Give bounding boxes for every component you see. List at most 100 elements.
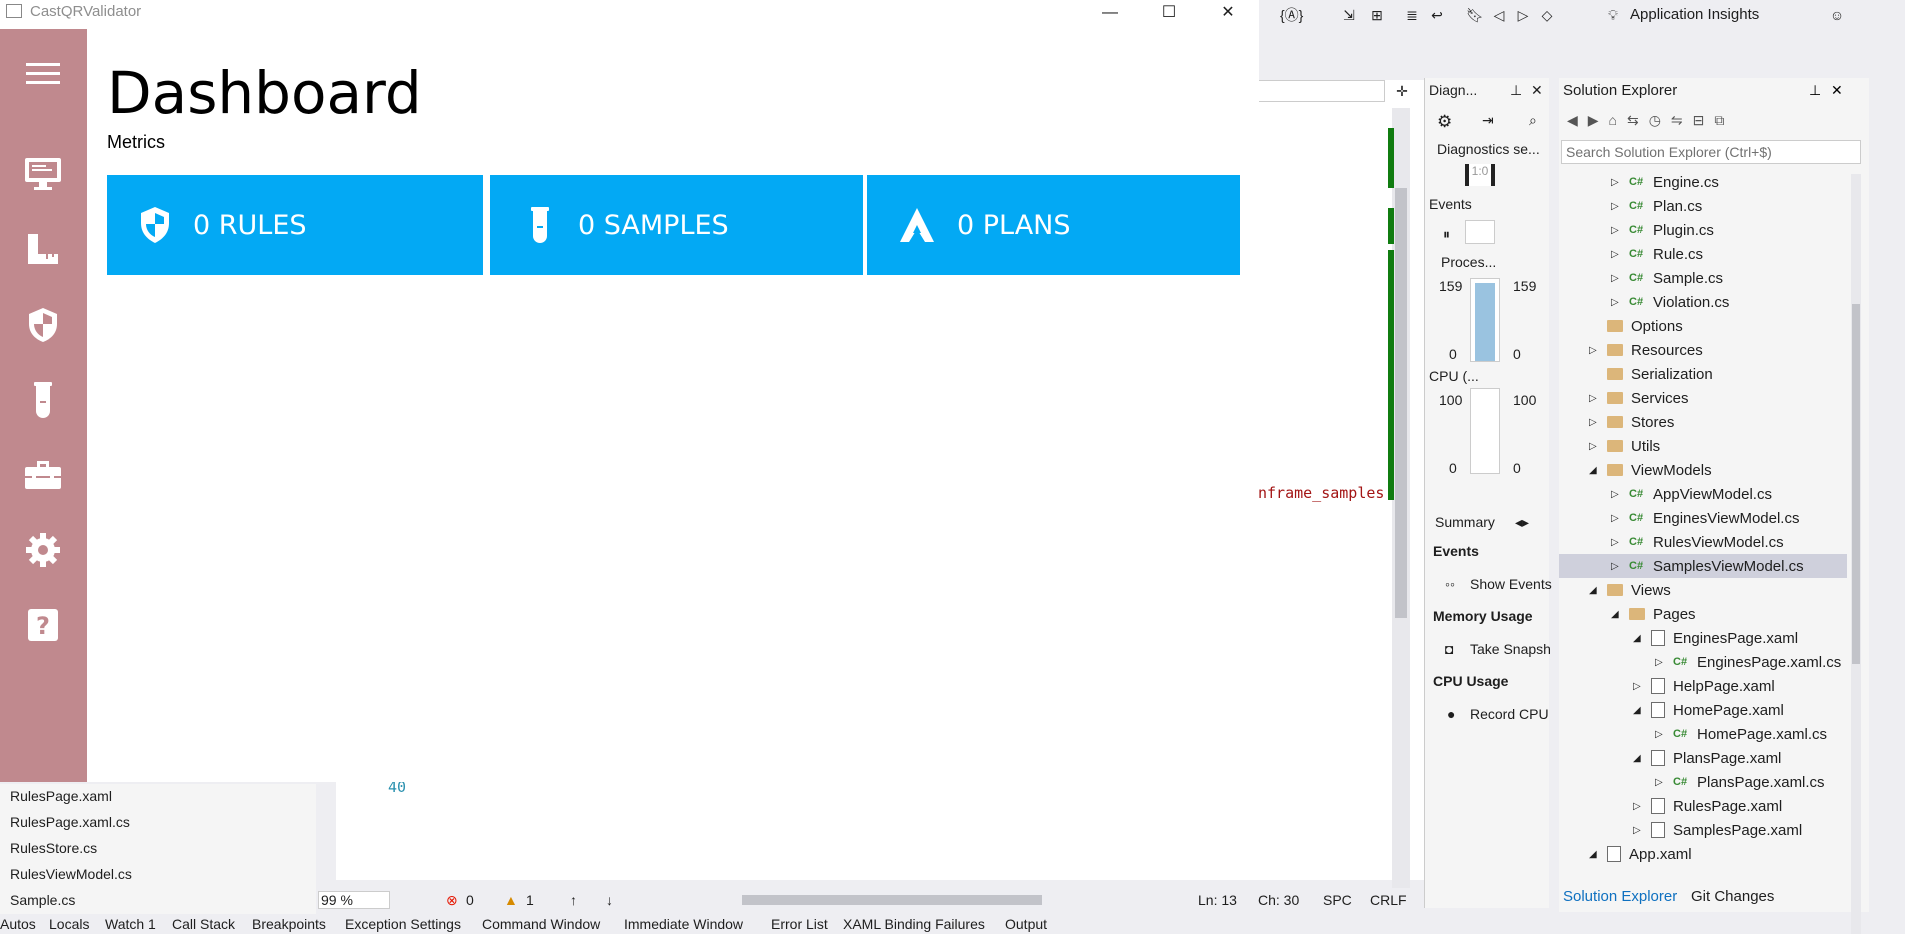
tab-breakpoints[interactable]: Breakpoints [252,916,326,932]
editor-navigation-dropdown[interactable] [1258,80,1385,102]
tree-item[interactable]: Serialization [1559,362,1847,386]
tree-item[interactable]: ▷ C# Plugin.cs [1559,218,1847,242]
tree-item[interactable]: ▷ C# AppViewModel.cs [1559,482,1847,506]
solution-search-input[interactable]: Search Solution Explorer (Ctrl+$) [1561,140,1861,164]
collapsed-arrow-icon[interactable]: ▷ [1589,393,1599,404]
tree-item[interactable]: ▷ C# Rule.cs [1559,242,1847,266]
collapsed-arrow-icon[interactable]: ▷ [1655,657,1665,668]
split-icon[interactable]: ✛ [1393,82,1411,100]
tree-item[interactable]: ◢ HomePage.xaml [1559,698,1847,722]
tree-item[interactable]: ▷ HelpPage.xaml [1559,674,1847,698]
collapsed-arrow-icon[interactable]: ▷ [1611,273,1621,284]
take-snapshot-button[interactable]: Take Snapsh [1470,641,1551,657]
tree-item[interactable]: ▷ C# Engine.cs [1559,170,1847,194]
rules-card[interactable]: 0 RULES [107,175,483,275]
bookmark-prev-icon[interactable]: ◁ [1490,6,1508,24]
samples-card[interactable]: 0 SAMPLES [490,175,863,275]
collapsed-arrow-icon[interactable]: ▷ [1633,681,1643,692]
tree-item[interactable]: ▷ C# HomePage.xaml.cs [1559,722,1847,746]
arrow-down-icon[interactable]: ↓ [606,892,613,908]
bookmark-next-icon[interactable]: ▷ [1514,6,1532,24]
collapsed-arrow-icon[interactable]: ▷ [1611,177,1621,188]
scope-icon[interactable]: {Ⓐ} [1280,6,1303,24]
tree-item[interactable]: ▷ Utils [1559,434,1847,458]
pin-icon[interactable]: ⊥ [1809,82,1821,99]
tab-exception-settings[interactable]: Exception Settings [345,916,461,932]
collapsed-arrow-icon[interactable]: ▷ [1611,513,1621,524]
collapsed-arrow-icon[interactable]: ▷ [1589,441,1599,452]
tree-item[interactable]: ▷ C# SamplesViewModel.cs [1559,554,1847,578]
tree-item[interactable]: ◢ Views [1559,578,1847,602]
timeline-ruler[interactable]: 1:0 [1465,164,1495,186]
tab-solution-explorer[interactable]: Solution Explorer [1563,888,1677,905]
collapsed-arrow-icon[interactable]: ▷ [1611,297,1621,308]
application-insights-button[interactable]: Application Insights [1630,6,1759,23]
zoom-icon[interactable]: ⌕ [1529,112,1537,129]
zoom-dropdown[interactable]: 99 % [318,891,390,909]
collapsed-arrow-icon[interactable]: ▷ [1611,249,1621,260]
arrow-up-icon[interactable]: ↑ [570,892,577,908]
pointer-icon[interactable]: ⇲ [1340,6,1358,24]
tree-item[interactable]: ▷ Resources [1559,338,1847,362]
close-icon[interactable]: ✕ [1205,2,1251,24]
help-icon[interactable]: ? [24,606,62,644]
expanded-arrow-icon[interactable]: ◢ [1633,705,1643,716]
tree-item[interactable]: ▷ C# Violation.cs [1559,290,1847,314]
lightbulb-icon[interactable]: 💡︎ [1604,6,1622,24]
tab-output[interactable]: Output [1005,916,1047,932]
tree-item[interactable]: ▷ SamplesPage.xaml [1559,818,1847,842]
list-item[interactable]: RulesPage.xaml [10,788,112,804]
collapsed-arrow-icon[interactable]: ▷ [1655,777,1665,788]
shield-icon[interactable] [24,306,62,344]
app-title-bar[interactable]: CastQRValidator — ☐ ✕ [0,0,1259,29]
test-tube-icon[interactable] [24,381,62,419]
tab-xaml-binding-failures[interactable]: XAML Binding Failures [843,916,985,932]
layout-icon[interactable]: ⊞ [1368,6,1386,24]
tree-item[interactable]: ▷ C# EnginesPage.xaml.cs [1559,650,1847,674]
tab-immediate-window[interactable]: Immediate Window [624,916,743,932]
indent-icon[interactable]: ≣ [1403,6,1421,24]
expanded-arrow-icon[interactable]: ◢ [1633,633,1643,644]
tree-item[interactable]: ◢ PlansPage.xaml [1559,746,1847,770]
tree-item[interactable]: Options [1559,314,1847,338]
record-cpu-button[interactable]: Record CPU [1470,706,1549,722]
tab-watch[interactable]: Watch 1 [105,916,156,932]
pause-icon[interactable]: ⏸ [1443,226,1450,243]
expanded-arrow-icon[interactable]: ◢ [1611,609,1621,620]
tree-item[interactable]: ▷ C# Sample.cs [1559,266,1847,290]
menu-icon[interactable] [24,55,62,93]
expanded-arrow-icon[interactable]: ◢ [1589,585,1599,596]
bookmark-icon[interactable]: 🔖︎ [1466,6,1484,24]
monitor-icon[interactable] [24,155,62,193]
tab-git-changes[interactable]: Git Changes [1691,888,1774,905]
collapsed-arrow-icon[interactable]: ▷ [1589,345,1599,356]
feedback-icon[interactable]: ☺ [1828,6,1846,24]
bookmark-clear-icon[interactable]: ◇ [1538,6,1556,24]
error-count[interactable]: 0 [466,892,474,908]
collapsed-arrow-icon[interactable]: ▷ [1611,537,1621,548]
events-header[interactable]: Events [1429,196,1472,212]
list-item[interactable]: Sample.cs [10,892,75,908]
list-item[interactable]: RulesPage.xaml.cs [10,814,130,830]
gear-icon[interactable] [24,531,62,569]
tree-item[interactable]: ▷ RulesPage.xaml [1559,794,1847,818]
tree-item[interactable]: ◢ EnginesPage.xaml [1559,626,1847,650]
minimize-icon[interactable]: — [1087,2,1133,24]
cpu-header[interactable]: CPU (... [1429,368,1479,384]
scroll-arrows-icon[interactable]: ◂▸ [1515,514,1529,531]
list-item[interactable]: RulesViewModel.cs [10,866,132,882]
wrap-icon[interactable]: ↩ [1428,6,1446,24]
maximize-icon[interactable]: ☐ [1146,2,1192,24]
collapsed-arrow-icon[interactable]: ▷ [1633,825,1643,836]
solution-toolbar[interactable]: ◀▶⌂⇆◷⇋⊟⧉ [1567,112,1734,129]
collapsed-arrow-icon[interactable]: ▷ [1633,801,1643,812]
ruler-icon[interactable] [24,230,62,268]
tab-error-list[interactable]: Error List [771,916,828,932]
collapsed-arrow-icon[interactable]: ▷ [1589,417,1599,428]
tab-call-stack[interactable]: Call Stack [172,916,235,932]
expanded-arrow-icon[interactable]: ◢ [1589,849,1599,860]
tab-command-window[interactable]: Command Window [482,916,600,932]
tree-item[interactable]: ◢ App.xaml [1559,842,1847,866]
tree-item[interactable]: ◢ Pages [1559,602,1847,626]
close-icon[interactable]: ✕ [1831,82,1843,99]
